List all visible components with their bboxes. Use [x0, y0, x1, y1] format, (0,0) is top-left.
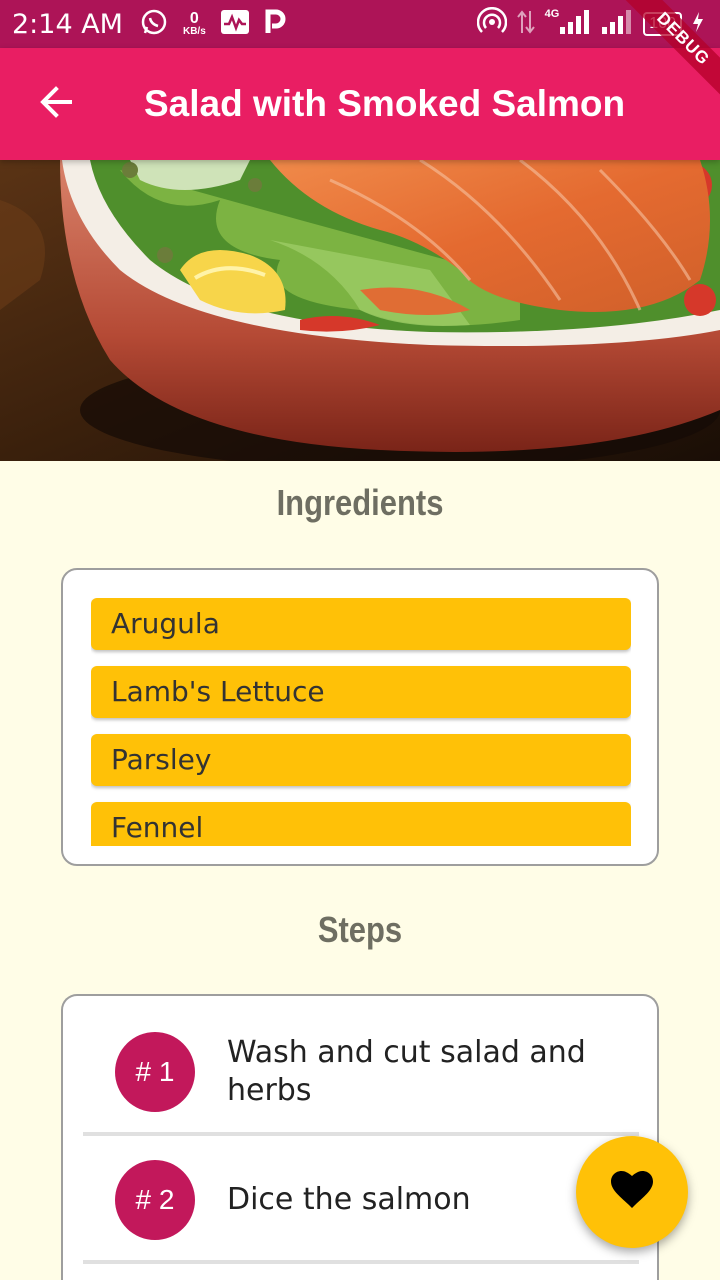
recipe-image [0, 160, 720, 461]
charging-icon [692, 11, 704, 38]
step-item: # 2 Dice the salmon [83, 1136, 639, 1264]
back-button[interactable] [0, 48, 112, 160]
activity-icon [220, 9, 250, 40]
arrow-back-icon [38, 84, 74, 125]
signal-icon-sim1 [559, 9, 591, 40]
step-text: Dice the salmon [227, 1182, 471, 1217]
signal-icon-sim2 [601, 9, 633, 40]
ingredient-item: Fennel [91, 802, 631, 846]
system-icons: 4G 100 [476, 0, 704, 48]
ingredient-item: Lamb's Lettuce [91, 666, 631, 718]
ingredients-title: Ingredients [276, 482, 444, 523]
battery-indicator: 100 [643, 12, 682, 36]
steps-card: # 1 Wash and cut salad and herbs # 2 Dic… [61, 994, 659, 1280]
step-item: # 1 Wash and cut salad and herbs [83, 1008, 639, 1136]
data-speed-unit: KB/s [182, 26, 206, 37]
step-number-badge: # 2 [115, 1160, 195, 1240]
status-bar: 2:14 AM 0 KB/s 4G 100 [0, 0, 720, 48]
data-speed-indicator: 0 KB/s [183, 11, 206, 37]
data-speed-value: 0 [189, 10, 199, 27]
data-transfer-icon [516, 9, 535, 40]
step-text: Wash and cut salad and herbs [227, 1035, 586, 1108]
step-number-badge: # 1 [115, 1032, 195, 1112]
ingredient-item: Arugula [91, 598, 631, 650]
whatsapp-icon [139, 7, 169, 42]
heart-icon [611, 1170, 653, 1214]
ingredients-card: Arugula Lamb's Lettuce Parsley Fennel [61, 568, 659, 866]
p-app-icon [264, 9, 286, 40]
steps-title: Steps [317, 909, 403, 950]
ingredients-list[interactable]: Arugula Lamb's Lettuce Parsley Fennel [91, 598, 631, 846]
page-title: Salad with Smoked Salmon [144, 83, 626, 124]
ingredient-item: Parsley [91, 734, 631, 786]
app-bar: Salad with Smoked Salmon [0, 48, 720, 160]
favorite-button[interactable] [576, 1136, 688, 1248]
hotspot-icon [476, 6, 507, 42]
notification-icons: 0 KB/s [139, 7, 286, 42]
network-type: 4G [544, 8, 560, 20]
status-time: 2:14 AM [12, 8, 123, 40]
